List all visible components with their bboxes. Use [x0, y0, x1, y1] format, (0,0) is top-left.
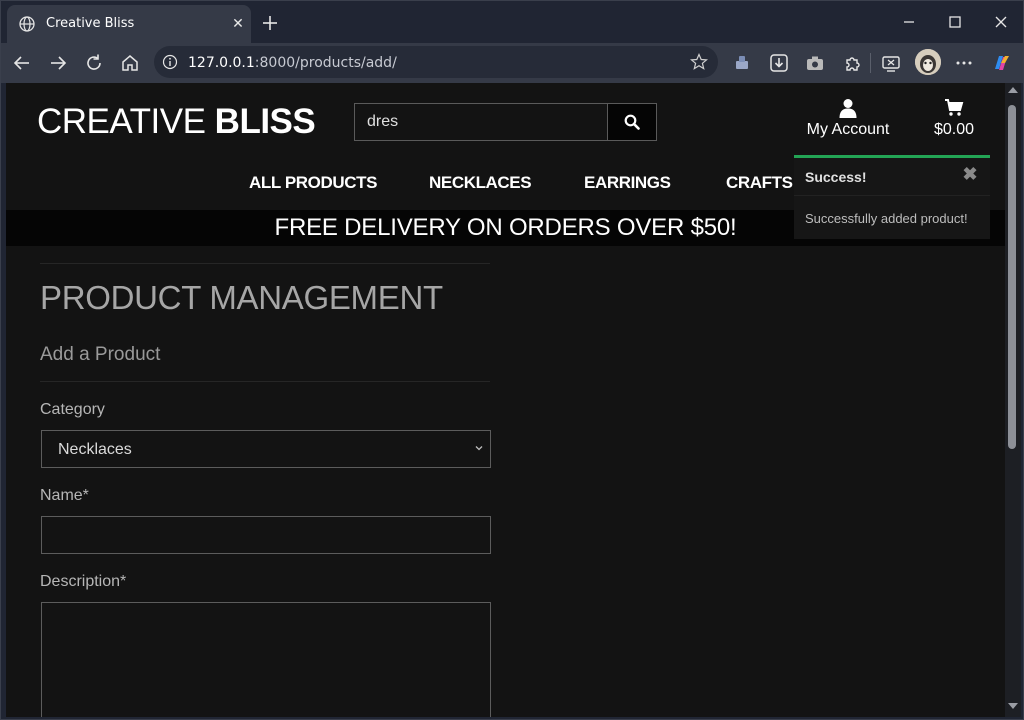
name-label: Name* — [40, 487, 89, 504]
globe-icon — [19, 16, 35, 32]
page-viewport: CREATIVE BLISS My Account $0.0 — [6, 83, 1005, 717]
my-account-label: My Account — [806, 121, 890, 138]
scroll-thumb[interactable] — [1008, 105, 1016, 449]
search-field[interactable] — [354, 103, 608, 141]
more-menu-icon[interactable] — [953, 52, 975, 74]
extension-puzzle-stamp-icon[interactable] — [731, 52, 753, 74]
tab-close-icon[interactable]: ✕ — [229, 14, 247, 32]
tab-title: Creative Bliss — [46, 16, 135, 31]
home-icon[interactable] — [119, 52, 141, 74]
cart-icon — [945, 99, 964, 116]
form-subtitle: Add a Product — [40, 344, 161, 365]
search-input[interactable] — [355, 104, 607, 140]
reload-icon[interactable] — [83, 52, 105, 74]
nav-necklaces[interactable]: NECKLACES — [429, 173, 532, 193]
divider-top — [40, 263, 490, 264]
url-path: :8000/products/add/ — [254, 55, 397, 71]
nav-crafts[interactable]: CRAFTS — [726, 173, 793, 193]
category-select[interactable]: Necklaces — [41, 430, 491, 468]
maximize-icon[interactable] — [944, 11, 966, 33]
toast-message: Successfully added product! — [805, 211, 968, 226]
extensions-icon[interactable] — [841, 52, 863, 74]
address-bar[interactable]: 127.0.0.1:8000/products/add/ — [154, 46, 718, 78]
my-account-link[interactable]: My Account — [800, 98, 896, 148]
success-toast: Success! ✖ Successfully added product! — [794, 155, 990, 239]
scroll-down-arrow[interactable] — [1008, 703, 1018, 709]
cart-total: $0.00 — [933, 121, 975, 138]
minimize-icon[interactable] — [898, 11, 920, 33]
copilot-icon[interactable] — [990, 52, 1012, 74]
site-info-icon[interactable] — [162, 54, 178, 70]
site-logo[interactable]: CREATIVE BLISS — [37, 102, 316, 142]
brand-bold: BLISS — [214, 102, 316, 141]
new-tab-icon[interactable] — [259, 12, 281, 34]
toast-header: Success! ✖ — [794, 158, 990, 196]
forward-icon[interactable] — [47, 52, 69, 74]
cart-link[interactable]: $0.00 — [924, 98, 984, 148]
avatar-icon — [915, 49, 941, 75]
url-text: 127.0.0.1:8000/products/add/ — [188, 55, 397, 71]
toolbar-divider — [870, 53, 871, 73]
scroll-up-arrow[interactable] — [1008, 87, 1018, 93]
downloads-icon[interactable] — [768, 52, 790, 74]
chevron-down-icon — [475, 446, 483, 451]
camera-icon[interactable] — [804, 52, 826, 74]
screen-split-icon[interactable] — [880, 52, 902, 74]
browser-toolbar: 127.0.0.1:8000/products/add/ — [1, 43, 1023, 83]
category-label: Category — [40, 401, 105, 418]
nav-earrings[interactable]: EARRINGS — [584, 173, 671, 193]
search-button[interactable] — [607, 103, 657, 141]
profile-avatar[interactable] — [915, 49, 941, 75]
tab-strip: Creative Bliss ✕ — [1, 1, 1023, 43]
back-icon[interactable] — [11, 52, 33, 74]
browser-window: Creative Bliss ✕ 127.0.0.1:8000/products… — [0, 0, 1024, 720]
toast-title: Success! — [805, 169, 867, 185]
name-field[interactable] — [41, 516, 491, 554]
user-icon — [839, 99, 857, 118]
search-icon — [624, 114, 640, 130]
page-title: PRODUCT MANAGEMENT — [40, 279, 443, 316]
window-close-icon[interactable] — [990, 11, 1012, 33]
url-host: 127.0.0.1 — [188, 55, 255, 71]
nav-all-products[interactable]: ALL PRODUCTS — [249, 173, 377, 193]
brand-regular: CREATIVE — [37, 102, 206, 141]
toast-close-icon[interactable]: ✖ — [962, 165, 978, 183]
category-selected: Necklaces — [58, 441, 132, 458]
description-textarea[interactable] — [41, 602, 491, 717]
browser-tab[interactable]: Creative Bliss ✕ — [7, 5, 251, 43]
favorite-star-icon[interactable] — [690, 53, 708, 71]
description-label: Description* — [40, 573, 127, 590]
divider-form — [40, 381, 490, 382]
page-scrollbar[interactable] — [1005, 83, 1021, 717]
